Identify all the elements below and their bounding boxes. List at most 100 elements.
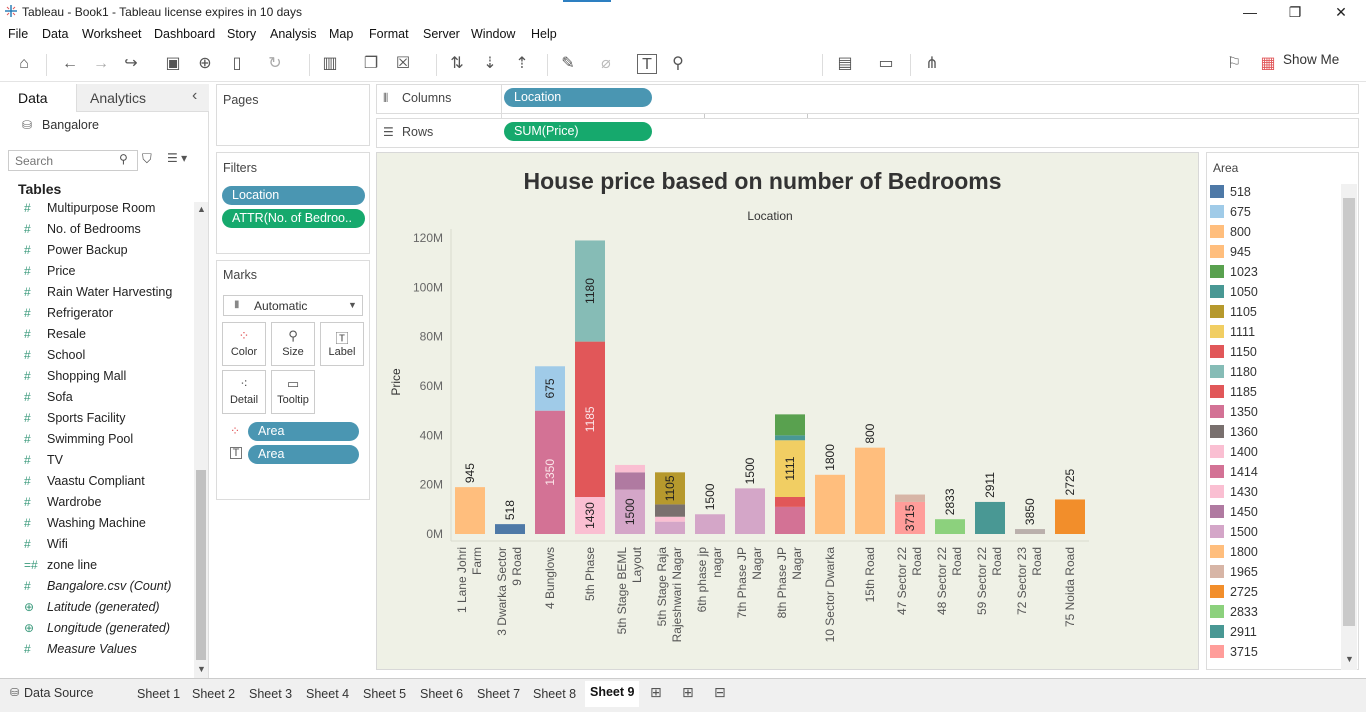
sheet-tab[interactable]: Sheet 7 [477,686,520,708]
field-item[interactable]: ⊕ Longitude (generated) [24,621,194,642]
search-input[interactable] [9,151,137,170]
field-item[interactable]: ⊕ Latitude (generated) [24,600,194,621]
bar-segment[interactable] [655,504,685,517]
clear-sheet-icon[interactable]: ☒ [393,54,413,74]
datasource-name[interactable]: Bangalore [42,118,99,132]
bar-segment[interactable] [615,472,645,490]
filter-icon[interactable]: ⛉ [142,151,152,167]
legend-item[interactable]: 1430 [1210,485,1258,505]
legend-item[interactable]: 2833 [1210,605,1258,625]
legend-item[interactable]: 1105 [1210,305,1257,325]
scroll-down-icon[interactable]: ▼ [197,664,206,674]
tab-data[interactable]: Data [18,90,48,106]
bar-chart[interactable]: House price based on number of Bedrooms L… [377,153,1200,671]
scroll-down-icon[interactable]: ▼ [1345,654,1354,664]
field-item[interactable]: # School [24,348,194,369]
field-item[interactable]: # Resale [24,327,194,348]
marks-pill-area-color[interactable]: Area [248,422,359,441]
replay-icon[interactable]: ↪ [121,54,141,74]
marks-pill-area-label[interactable]: Area [248,445,359,464]
menu-help[interactable]: Help [531,27,557,41]
field-item[interactable]: # No. of Bedrooms [24,222,194,243]
new-worksheet-icon[interactable]: ▥ [320,54,340,74]
bar-segment[interactable] [1015,529,1045,534]
scrollbar-thumb[interactable] [1343,198,1355,626]
bar-segment[interactable] [735,488,765,534]
sheet-tab[interactable]: Sheet 5 [363,686,406,708]
new-datasource-icon[interactable]: ⊕ [195,54,215,74]
tooltip-button[interactable]: ▭ Tooltip [271,370,315,414]
menu-analysis[interactable]: Analysis [270,27,317,41]
format-painter-icon[interactable]: ⚐ [1224,54,1244,74]
fix-axes-icon[interactable]: ⚲ [668,54,688,74]
legend-item[interactable]: 1500 [1210,525,1258,545]
bar-segment[interactable] [855,447,885,534]
tab-analytics[interactable]: Analytics [90,90,146,106]
restore-button[interactable]: ❐ [1272,2,1318,22]
sheet-tab[interactable]: Sheet 9 [585,681,640,707]
bar-segment[interactable] [655,516,685,522]
legend-item[interactable]: 1180 [1210,365,1257,385]
detail-button[interactable]: ⁖ Detail [222,370,266,414]
filter-pill-location[interactable]: Location [222,186,365,205]
field-item[interactable]: # Rain Water Harvesting [24,285,194,306]
legend-item[interactable]: 945 [1210,245,1251,265]
show-labels-icon[interactable]: T [637,54,657,74]
bar-segment[interactable] [695,514,725,534]
duplicate-icon[interactable]: ❐ [361,54,381,74]
field-item[interactable]: # Shopping Mall [24,369,194,390]
legend-item[interactable]: 1150 [1210,345,1257,365]
save-icon[interactable]: ▣ [163,54,183,74]
group-icon[interactable]: ⌀ [596,54,616,74]
show-cards-icon[interactable]: ▤ [835,54,855,74]
bar-segment[interactable] [775,435,805,441]
rows-pill-price[interactable]: SUM(Price) [504,122,652,141]
menu-format[interactable]: Format [369,27,409,41]
legend-item[interactable]: 1111 [1210,325,1255,345]
bar-segment[interactable] [775,506,805,534]
data-pane-scrollbar[interactable]: ▲ ▼ [194,202,208,678]
data-source-tab[interactable]: Data Source [24,685,93,707]
bar-segment[interactable] [935,519,965,534]
show-me-button[interactable]: Show Me [1283,52,1339,67]
show-me-icon[interactable]: ▦ [1258,54,1278,74]
sort-descending-icon[interactable]: ⇡ [512,54,532,74]
close-button[interactable]: ✕ [1318,2,1364,22]
bar-segment[interactable] [975,501,1005,534]
bar-segment[interactable] [895,494,925,502]
legend-scrollbar[interactable]: ▼ [1341,184,1357,670]
legend-item[interactable]: 1360 [1210,425,1258,445]
sheet-tab[interactable]: Sheet 3 [249,686,292,708]
legend-item[interactable]: 800 [1210,225,1251,245]
field-item[interactable]: # Wardrobe [24,495,194,516]
bar-segment[interactable] [455,487,485,534]
sort-ascending-icon[interactable]: ⇣ [480,54,500,74]
legend-item[interactable]: 1185 [1210,385,1257,405]
field-item[interactable]: # TV [24,453,194,474]
home-icon[interactable]: ⌂ [14,54,34,74]
collapse-pane-icon[interactable]: ‹ [192,87,197,105]
legend-item[interactable]: 1414 [1210,465,1258,485]
legend-item[interactable]: 1800 [1210,545,1258,565]
swap-icon[interactable]: ⇅ [447,54,467,74]
sheet-tab[interactable]: Sheet 1 [137,686,180,708]
undo-icon[interactable]: ← [60,54,80,74]
legend-item[interactable]: 675 [1210,205,1251,225]
bar-segment[interactable] [655,521,685,534]
bar-segment[interactable] [1055,499,1085,534]
menu-dashboard[interactable]: Dashboard [154,27,215,41]
bar-segment[interactable] [775,414,805,436]
legend-item[interactable]: 1050 [1210,285,1258,305]
field-item[interactable]: # Multipurpose Room [24,201,194,222]
sheet-tab[interactable]: Sheet 2 [192,686,235,708]
share-icon[interactable]: ⋔ [922,54,942,74]
menu-worksheet[interactable]: Worksheet [82,27,142,41]
legend-item[interactable]: 2725 [1210,585,1258,605]
field-item[interactable]: # Price [24,264,194,285]
field-item[interactable]: # Wifi [24,537,194,558]
legend-item[interactable]: 1400 [1210,445,1258,465]
field-item[interactable]: # Power Backup [24,243,194,264]
new-story-icon[interactable]: ⊟ [714,684,726,701]
field-item[interactable]: # Refrigerator [24,306,194,327]
viz-area[interactable]: House price based on number of Bedrooms L… [376,152,1199,670]
